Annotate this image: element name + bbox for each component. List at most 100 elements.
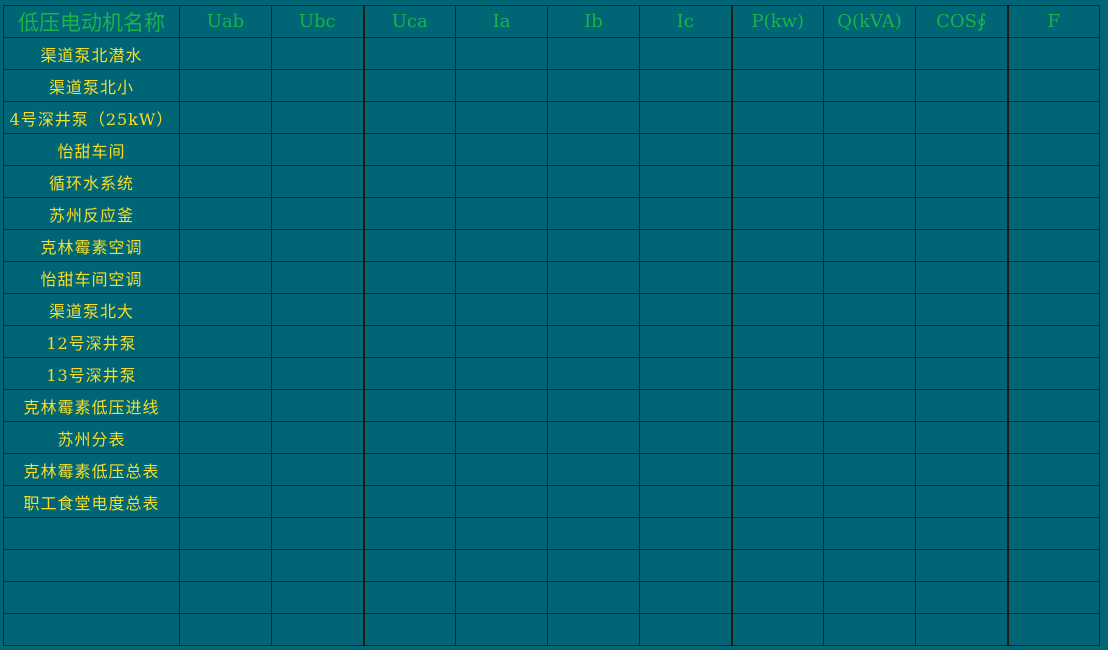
- value-cell-ic: [639, 165, 732, 198]
- value-cell-ia: [455, 261, 548, 294]
- header-motor-name: 低压电动机名称: [3, 5, 180, 38]
- table-row: 克林霉素低压进线: [3, 389, 1100, 422]
- value-cell-ib: [547, 133, 640, 166]
- value-cell-uca: [362, 581, 456, 614]
- value-cell-f: [1006, 485, 1100, 518]
- table-row: [3, 581, 1100, 614]
- value-cell-cos: [915, 357, 1008, 390]
- value-cell-uab: [179, 37, 272, 70]
- value-cell-cos: [915, 453, 1008, 486]
- table-row: 怡甜车间空调: [3, 261, 1100, 294]
- value-cell-ic: [639, 229, 732, 262]
- value-cell-uab: [179, 325, 272, 358]
- value-cell-ib: [547, 165, 640, 198]
- value-cell-ia: [455, 613, 548, 646]
- value-cell-uca: [362, 229, 456, 262]
- value-cell-q-kva: [823, 517, 916, 550]
- value-cell-p-kw: [730, 549, 824, 582]
- value-cell-ib: [547, 613, 640, 646]
- value-cell-ib: [547, 101, 640, 134]
- value-cell-f: [1006, 69, 1100, 102]
- header-uca: Uca: [362, 5, 456, 38]
- value-cell-cos: [915, 261, 1008, 294]
- value-cell-p-kw: [730, 485, 824, 518]
- value-cell-uab: [179, 613, 272, 646]
- table-row: 职工食堂电度总表: [3, 485, 1100, 518]
- value-cell-uca: [362, 69, 456, 102]
- value-cell-ubc: [271, 261, 364, 294]
- value-cell-f: [1006, 517, 1100, 550]
- value-cell-q-kva: [823, 453, 916, 486]
- value-cell-q-kva: [823, 69, 916, 102]
- value-cell-f: [1006, 197, 1100, 230]
- value-cell-ib: [547, 517, 640, 550]
- value-cell-uab: [179, 197, 272, 230]
- value-cell-uca: [362, 613, 456, 646]
- value-cell-uca: [362, 421, 456, 454]
- header-ia: Ia: [455, 5, 548, 38]
- value-cell-ib: [547, 37, 640, 70]
- value-cell-uca: [362, 261, 456, 294]
- value-cell-ic: [639, 37, 732, 70]
- value-cell-p-kw: [730, 229, 824, 262]
- value-cell-ic: [639, 293, 732, 326]
- value-cell-f: [1006, 389, 1100, 422]
- value-cell-p-kw: [730, 357, 824, 390]
- value-cell-ia: [455, 485, 548, 518]
- value-cell-p-kw: [730, 389, 824, 422]
- value-cell-ic: [639, 325, 732, 358]
- value-cell-q-kva: [823, 293, 916, 326]
- value-cell-cos: [915, 293, 1008, 326]
- value-cell-ubc: [271, 133, 364, 166]
- table-row: 循环水系统: [3, 165, 1100, 198]
- value-cell-uab: [179, 453, 272, 486]
- motor-name-cell: 12号深井泵: [3, 325, 180, 358]
- value-cell-uab: [179, 485, 272, 518]
- value-cell-q-kva: [823, 357, 916, 390]
- value-cell-uab: [179, 229, 272, 262]
- value-cell-uab: [179, 101, 272, 134]
- value-cell-cos: [915, 613, 1008, 646]
- value-cell-ic: [639, 357, 732, 390]
- motor-name-cell: 克林霉素低压总表: [3, 453, 180, 486]
- value-cell-cos: [915, 389, 1008, 422]
- value-cell-ib: [547, 293, 640, 326]
- value-cell-q-kva: [823, 389, 916, 422]
- value-cell-q-kva: [823, 229, 916, 262]
- table-body: 渠道泵北潜水 渠道泵北小 4号深井泵（25kW） 怡甜车间 循环水系统 苏州反应釜 克林霉素…: [3, 37, 1100, 646]
- value-cell-f: [1006, 293, 1100, 326]
- header-ib: Ib: [547, 5, 640, 38]
- value-cell-ib: [547, 261, 640, 294]
- value-cell-ubc: [271, 69, 364, 102]
- value-cell-ia: [455, 229, 548, 262]
- value-cell-p-kw: [730, 37, 824, 70]
- motor-name-cell: 怡甜车间: [3, 133, 180, 166]
- value-cell-p-kw: [730, 517, 824, 550]
- value-cell-ib: [547, 549, 640, 582]
- value-cell-q-kva: [823, 325, 916, 358]
- motor-name-cell: 克林霉素空调: [3, 229, 180, 262]
- value-cell-q-kva: [823, 261, 916, 294]
- value-cell-f: [1006, 37, 1100, 70]
- motor-name-cell: 渠道泵北潜水: [3, 37, 180, 70]
- value-cell-p-kw: [730, 133, 824, 166]
- value-cell-uca: [362, 453, 456, 486]
- table-row: 13号深井泵: [3, 357, 1100, 390]
- table-row: 12号深井泵: [3, 325, 1100, 358]
- value-cell-ia: [455, 293, 548, 326]
- value-cell-ic: [639, 197, 732, 230]
- table-row: 4号深井泵（25kW）: [3, 101, 1100, 134]
- table-row: [3, 517, 1100, 550]
- value-cell-uab: [179, 293, 272, 326]
- value-cell-q-kva: [823, 165, 916, 198]
- value-cell-ia: [455, 325, 548, 358]
- value-cell-ia: [455, 37, 548, 70]
- value-cell-cos: [915, 197, 1008, 230]
- table-row: 克林霉素空调: [3, 229, 1100, 262]
- motor-name-cell: [3, 549, 180, 582]
- value-cell-f: [1006, 549, 1100, 582]
- value-cell-uca: [362, 197, 456, 230]
- motor-name-cell: [3, 581, 180, 614]
- value-cell-ic: [639, 421, 732, 454]
- motor-name-cell: 职工食堂电度总表: [3, 485, 180, 518]
